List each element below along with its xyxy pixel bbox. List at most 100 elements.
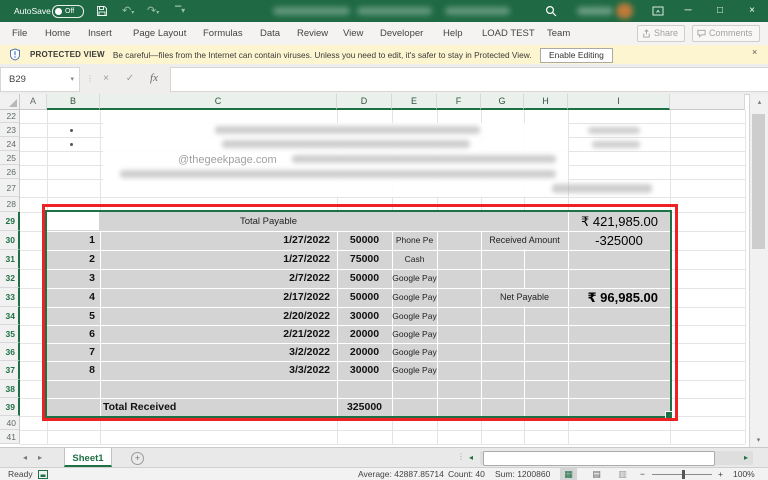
share-button[interactable]: Share [637,25,685,42]
column-header-B[interactable]: B [47,94,100,110]
column-header-D[interactable]: D [337,94,392,110]
enable-editing-button[interactable]: Enable Editing [540,48,613,63]
ribbon-tab-page-layout[interactable]: Page Layout [133,22,186,45]
search-icon[interactable] [545,5,557,17]
cell-sn-5[interactable]: 5 [47,307,95,325]
horizontal-scrollbar-thumb[interactable] [483,451,715,466]
selection-fill-handle[interactable] [665,411,673,419]
zoom-in-button[interactable]: + [718,468,723,480]
cell-sn-8[interactable]: 8 [47,361,95,380]
cell-total-received-label[interactable]: Total Received [103,398,176,416]
row-header-22[interactable]: 22 [0,110,20,123]
row-header-36[interactable]: 36 [0,343,20,361]
page-layout-view-button[interactable]: ▤ [588,468,605,480]
row-header-34[interactable]: 34 [0,307,20,325]
row-header-24[interactable]: 24 [0,137,20,151]
cell-sn-7[interactable]: 7 [47,343,95,361]
row-header-30[interactable]: 30 [0,231,20,250]
cell-date-5[interactable]: 2/20/2022 [100,307,330,325]
autosave-toggle[interactable]: Off [52,5,84,18]
ribbon-tab-home[interactable]: Home [45,22,70,45]
row-header-38[interactable]: 38 [0,380,20,398]
row-header-28[interactable]: 28 [0,197,20,212]
cell-amount-8[interactable]: 30000 [337,361,392,380]
row-header-35[interactable]: 35 [0,325,20,343]
customize-quick-access-icon[interactable]: ▔▾ [175,0,185,22]
ribbon-tab-review[interactable]: Review [297,22,328,45]
ribbon-tab-view[interactable]: View [343,22,363,45]
macro-record-icon[interactable] [38,470,48,479]
select-all-corner[interactable] [0,94,20,110]
normal-view-button[interactable]: ▦ [560,468,577,480]
cell-date-2[interactable]: 1/27/2022 [100,250,330,269]
cell-amount-4[interactable]: 50000 [337,288,392,307]
column-header-H[interactable]: H [524,94,568,110]
row-header-26[interactable]: 26 [0,165,20,179]
scroll-up-icon[interactable]: ▴ [750,98,768,106]
column-header-A[interactable]: A [20,94,47,110]
row-header-37[interactable]: 37 [0,361,20,380]
cell-net-payable-label[interactable]: Net Payable [482,289,567,306]
cell-method-3[interactable]: Google Pay [390,269,439,288]
row-header-25[interactable]: 25 [0,151,20,165]
name-box-dropdown-icon[interactable]: ▾ [70,68,74,91]
sheet-nav-left-icon[interactable]: ◂ [23,453,27,462]
ribbon-tab-data[interactable]: Data [260,22,280,45]
ribbon-tab-help[interactable]: Help [443,22,463,45]
new-sheet-button[interactable]: + [131,452,144,465]
row-header-39[interactable]: 39 [0,398,20,416]
row-header-31[interactable]: 31 [0,250,20,269]
confirm-entry-icon[interactable]: ✓ [122,67,138,90]
hscroll-right-icon[interactable]: ▸ [744,453,748,462]
cell-method-1[interactable]: Phone Pe [390,231,439,250]
cell-total-payable-label[interactable]: Total Payable [100,212,437,231]
column-header-E[interactable]: E [392,94,437,110]
cell-received-amount-value[interactable]: -325000 [568,231,670,250]
restore-button[interactable]: □ [710,0,730,22]
cell-total-received-value[interactable]: 325000 [337,398,392,416]
insert-function-icon[interactable]: fx [146,67,162,90]
minimize-button[interactable]: ─ [678,0,698,22]
row-header-27[interactable]: 27 [0,179,20,197]
cell-sn-1[interactable]: 1 [47,231,95,250]
zoom-level[interactable]: 100% [733,468,755,480]
avatar[interactable] [616,3,633,19]
row-header-29[interactable]: 29 [0,212,20,231]
close-button[interactable]: × [742,0,762,22]
cell-date-3[interactable]: 2/7/2022 [100,269,330,288]
cell-date-1[interactable]: 1/27/2022 [100,231,330,250]
cancel-entry-icon[interactable]: × [98,67,114,90]
cell-method-7[interactable]: Google Pay [390,343,439,361]
page-break-view-button[interactable]: ▥ [614,468,631,480]
ribbon-tab-team[interactable]: Team [547,22,570,45]
cell-date-4[interactable]: 2/17/2022 [100,288,330,307]
status-count[interactable]: Count: 40 [448,468,485,480]
cell-received-amount-label[interactable]: Received Amount [482,232,567,249]
redo-icon[interactable]: ↷▾ [147,0,159,24]
protected-view-close-icon[interactable]: × [752,47,757,57]
column-header-G[interactable]: G [481,94,524,110]
undo-icon[interactable]: ↶▾ [122,0,134,24]
ribbon-tab-formulas[interactable]: Formulas [203,22,243,45]
save-icon[interactable] [96,5,108,17]
ribbon-tab-insert[interactable]: Insert [88,22,112,45]
cell-method-4[interactable]: Google Pay [390,288,439,307]
cell-amount-6[interactable]: 20000 [337,325,392,343]
ribbon-display-options-icon[interactable] [652,6,664,16]
zoom-slider-thumb[interactable] [682,470,685,479]
cell-sn-3[interactable]: 3 [47,269,95,288]
row-header-40[interactable]: 40 [0,416,20,430]
cell-amount-3[interactable]: 50000 [337,269,392,288]
formula-input[interactable] [170,67,768,92]
hscroll-left-icon[interactable]: ◂ [469,453,473,462]
cell-sn-4[interactable]: 4 [47,288,95,307]
ribbon-tab-load-test[interactable]: LOAD TEST [482,22,535,45]
ribbon-tab-file[interactable]: File [12,22,27,45]
comments-button[interactable]: Comments [692,25,760,42]
active-cell-B29[interactable] [47,212,99,230]
cell-method-6[interactable]: Google Pay [390,325,439,343]
cell-method-8[interactable]: Google Pay [390,361,439,380]
status-sum[interactable]: Sum: 1200860 [495,468,550,480]
cell-method-5[interactable]: Google Pay [390,307,439,325]
vertical-scrollbar-thumb[interactable] [752,114,765,249]
